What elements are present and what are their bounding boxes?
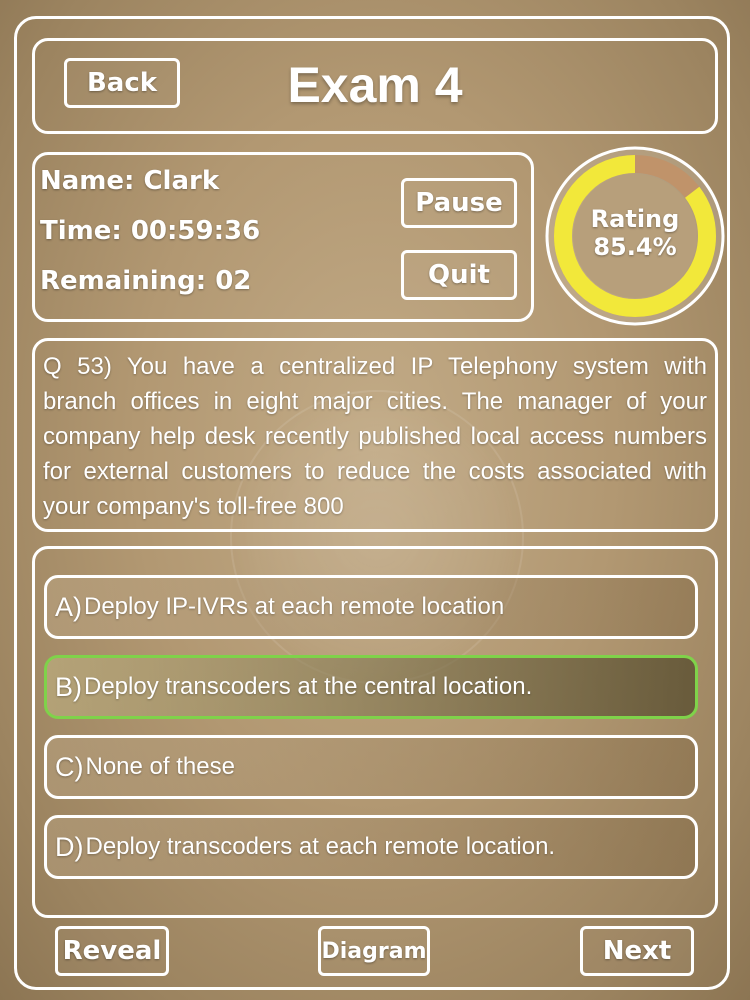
- rating-value: 85.4%: [593, 233, 677, 261]
- option-text: Deploy transcoders at each remote locati…: [85, 833, 556, 860]
- remaining-count: Remaining: 02: [40, 266, 252, 296]
- quit-button[interactable]: Quit: [401, 250, 517, 300]
- option-letter: A): [55, 591, 82, 622]
- question-text: Q 53) You have a centralized IP Telephon…: [43, 353, 707, 520]
- rating-readout: Rating 85.4%: [545, 205, 725, 261]
- option-letter: D): [55, 831, 84, 862]
- option-c[interactable]: C) None of these: [44, 735, 698, 799]
- option-text: Deploy transcoders at the central locati…: [84, 673, 533, 700]
- elapsed-time: Time: 00:59:36: [40, 216, 261, 246]
- option-b[interactable]: B) Deploy transcoders at the central loc…: [44, 655, 698, 719]
- next-button[interactable]: Next: [580, 926, 694, 976]
- back-button[interactable]: Back: [64, 58, 180, 108]
- option-text: None of these: [85, 753, 235, 780]
- pause-button[interactable]: Pause: [401, 178, 517, 228]
- option-letter: B): [55, 671, 82, 702]
- option-text: Deploy IP-IVRs at each remote location: [84, 593, 505, 620]
- option-letter: C): [55, 751, 84, 782]
- option-d[interactable]: D) Deploy transcoders at each remote loc…: [44, 815, 698, 879]
- user-name: Name: Clark: [40, 166, 220, 196]
- diagram-button[interactable]: Diagram: [318, 926, 430, 976]
- page-title: Exam 4: [287, 57, 463, 113]
- question-panel[interactable]: Q 53) You have a centralized IP Telephon…: [32, 338, 718, 532]
- reveal-button[interactable]: Reveal: [55, 926, 169, 976]
- option-a[interactable]: A) Deploy IP-IVRs at each remote locatio…: [44, 575, 698, 639]
- rating-label: Rating: [590, 205, 680, 233]
